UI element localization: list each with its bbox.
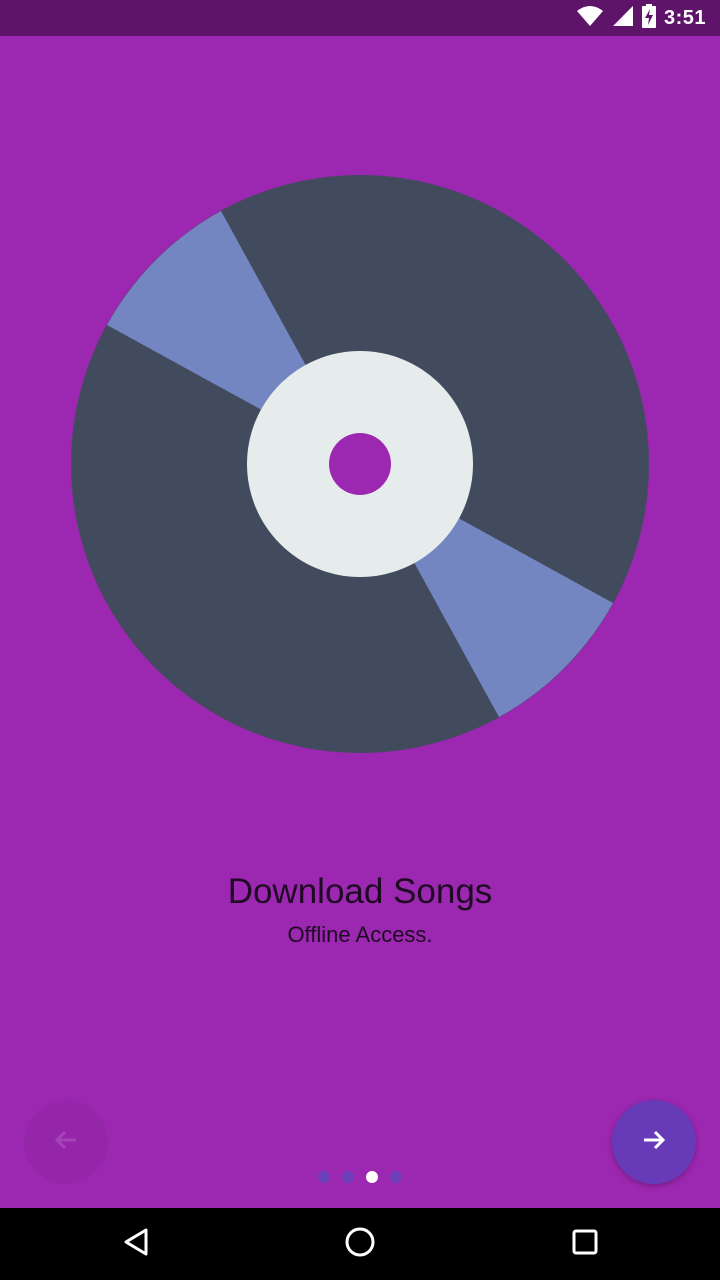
page-dot[interactable] (342, 1171, 354, 1183)
disc-hole (329, 433, 391, 495)
home-icon (344, 1226, 376, 1263)
back-icon (121, 1227, 151, 1262)
page-subtitle: Offline Access. (287, 922, 433, 947)
page-dot[interactable] (390, 1171, 402, 1183)
page-title: Download Songs (227, 872, 493, 911)
battery-charging-icon (641, 3, 656, 33)
recents-icon (571, 1228, 599, 1261)
vinyl-disc-illustration (71, 175, 649, 753)
system-navigation-bar (0, 1208, 720, 1280)
page-dot[interactable] (318, 1171, 330, 1183)
arrow-right-icon (640, 1126, 668, 1159)
signal-icon (612, 5, 634, 32)
page-dot-active[interactable] (366, 1171, 378, 1183)
home-button[interactable] (338, 1222, 382, 1266)
status-bar: 3:51 (0, 0, 720, 36)
status-time: 3:51 (663, 6, 706, 29)
page-indicator (0, 1171, 720, 1185)
status-icons: 3:51 (576, 0, 706, 36)
back-button[interactable] (114, 1222, 158, 1266)
recents-button[interactable] (563, 1222, 607, 1266)
arrow-left-icon (52, 1126, 80, 1159)
wifi-icon (576, 5, 604, 32)
